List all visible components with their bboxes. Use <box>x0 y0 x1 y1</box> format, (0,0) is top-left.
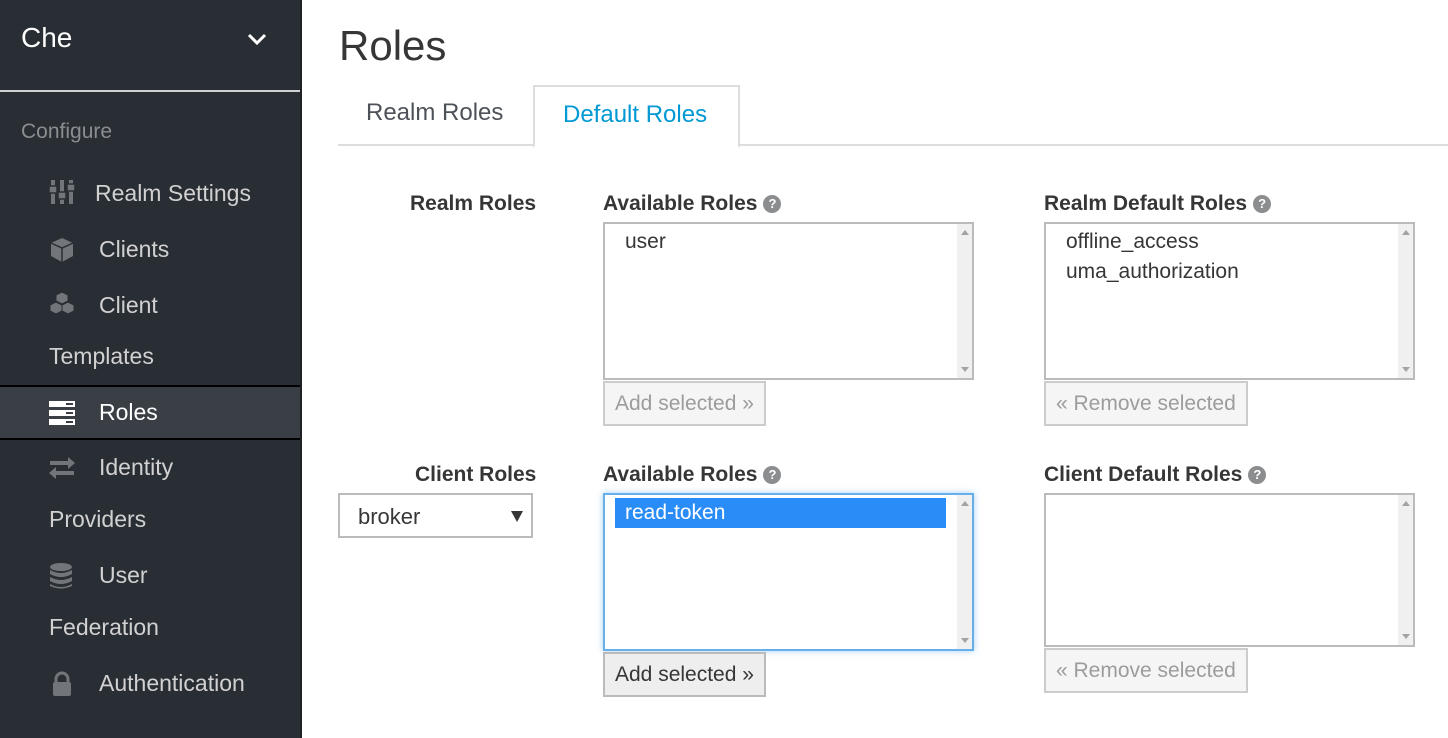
section-label-configure: Configure <box>21 120 113 143</box>
client-available-roles-list[interactable]: read-token <box>603 493 974 651</box>
scrollbar[interactable] <box>957 224 972 378</box>
main-content: Roles Realm Roles Default Roles Realm Ro… <box>302 0 1448 738</box>
caret-down-icon <box>511 511 523 522</box>
database-icon <box>50 563 72 589</box>
sidebar-item-label: Identity <box>99 454 174 480</box>
realm-remove-selected-button[interactable]: « Remove selected <box>1044 381 1248 426</box>
tab-realm-roles[interactable]: Realm Roles <box>338 85 531 146</box>
cube-icon <box>50 238 74 262</box>
scroll-down-icon[interactable] <box>1402 367 1410 372</box>
scrollbar[interactable] <box>1398 224 1413 378</box>
sidebar-item-client-templates[interactable]: Client Templates <box>0 284 300 384</box>
realm-default-roles-list[interactable]: offline_access uma_authorization <box>1044 222 1415 380</box>
sidebar-item-label: Client <box>99 292 158 318</box>
list-icon <box>49 401 75 425</box>
sidebar-item-label-cont: Providers <box>49 506 147 532</box>
client-default-roles-list[interactable] <box>1044 493 1415 647</box>
scroll-down-icon[interactable] <box>961 638 969 643</box>
sidebar-item-user-federation[interactable]: User Federation <box>0 554 300 654</box>
list-option-selected[interactable]: read-token <box>615 498 946 528</box>
sidebar-item-label: Roles <box>99 399 158 425</box>
client-default-roles-label: Client Default Roles ? <box>1044 463 1267 487</box>
label-text: Available Roles <box>603 463 758 486</box>
sidebar-item-identity-providers[interactable]: Identity Providers <box>0 446 300 546</box>
scroll-down-icon[interactable] <box>961 367 969 372</box>
sidebar-item-clients[interactable]: Clients <box>0 228 300 272</box>
realm-selector[interactable]: Che <box>0 0 300 92</box>
realm-name: Che <box>21 22 73 53</box>
label-text: Realm Default Roles <box>1044 192 1248 215</box>
sidebar-item-label: Clients <box>99 236 170 262</box>
realm-available-roles-list[interactable]: user <box>603 222 974 380</box>
label-text: Client Default Roles <box>1044 463 1243 486</box>
client-roles-label: Client Roles <box>415 463 537 486</box>
tab-bar: Realm Roles Default Roles <box>338 85 1448 148</box>
sidebar-item-label-cont: Federation <box>49 614 159 640</box>
client-add-selected-button[interactable]: Add selected » <box>603 652 766 697</box>
sidebar: Che Configure Realm Settings Clients Cli… <box>0 0 302 738</box>
scroll-up-icon[interactable] <box>961 230 969 235</box>
cubes-icon <box>49 291 75 315</box>
sidebar-item-roles[interactable]: Roles <box>0 385 300 440</box>
chevron-down-icon <box>247 33 267 46</box>
client-select[interactable]: broker <box>338 493 533 538</box>
exchange-icon <box>49 457 75 479</box>
sidebar-item-authentication[interactable]: Authentication <box>0 662 300 706</box>
help-icon[interactable]: ? <box>1253 195 1272 213</box>
sidebar-item-label-cont: Templates <box>49 343 154 369</box>
realm-add-selected-button[interactable]: Add selected » <box>603 381 766 426</box>
scroll-up-icon[interactable] <box>961 501 969 506</box>
realm-roles-label: Realm Roles <box>410 192 537 215</box>
sidebar-item-label: Realm Settings <box>95 180 251 206</box>
scroll-up-icon[interactable] <box>1402 501 1410 506</box>
scrollbar[interactable] <box>957 495 972 649</box>
realm-default-roles-label: Realm Default Roles ? <box>1044 192 1272 216</box>
page-title: Roles <box>339 22 447 69</box>
sliders-icon <box>48 180 76 204</box>
label-text: Available Roles <box>603 192 758 215</box>
sidebar-item-label: Authentication <box>99 670 245 696</box>
client-remove-selected-button[interactable]: « Remove selected <box>1044 648 1248 693</box>
tab-default-roles[interactable]: Default Roles <box>533 85 740 148</box>
lock-icon <box>53 671 71 696</box>
sidebar-item-label: User <box>99 562 148 588</box>
list-option[interactable]: user <box>615 227 946 257</box>
scroll-down-icon[interactable] <box>1402 634 1410 639</box>
help-icon[interactable]: ? <box>763 195 782 213</box>
list-option[interactable]: uma_authorization <box>1056 257 1387 287</box>
help-icon[interactable]: ? <box>763 466 782 484</box>
client-select-value: broker <box>358 504 421 529</box>
client-available-roles-label: Available Roles ? <box>603 463 782 487</box>
list-option[interactable]: offline_access <box>1056 227 1387 257</box>
scroll-up-icon[interactable] <box>1402 230 1410 235</box>
help-icon[interactable]: ? <box>1248 466 1267 484</box>
sidebar-item-realm-settings[interactable]: Realm Settings <box>0 172 300 216</box>
scrollbar[interactable] <box>1398 495 1413 645</box>
realm-available-roles-label: Available Roles ? <box>603 192 782 216</box>
